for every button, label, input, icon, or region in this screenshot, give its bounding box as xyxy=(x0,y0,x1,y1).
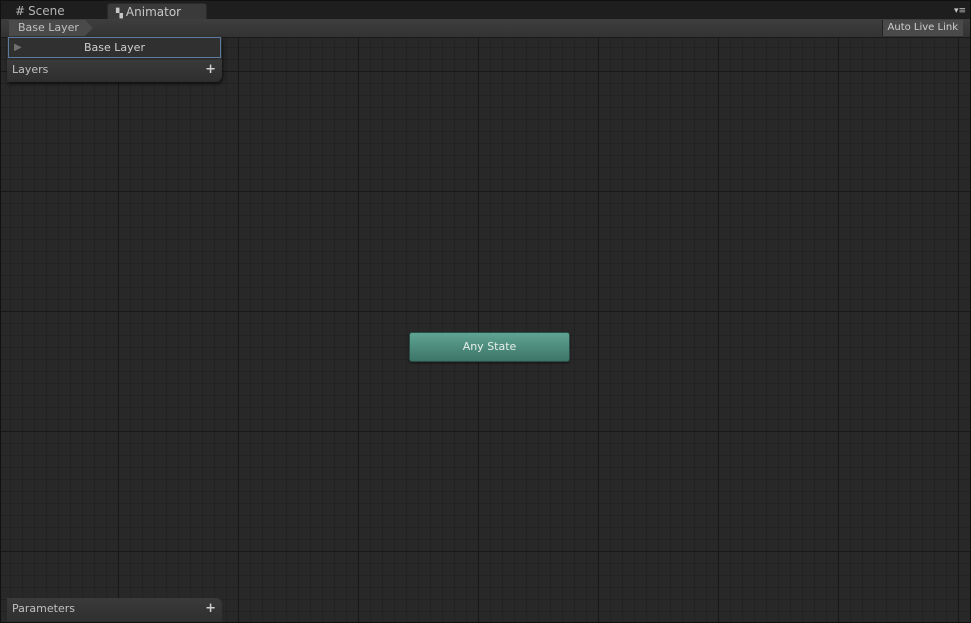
tab-animator-label: Animator xyxy=(125,5,182,19)
layer-item-label: Base Layer xyxy=(84,41,145,54)
layers-title: Layers xyxy=(12,63,49,76)
window-menu-icon[interactable]: ▾≡ xyxy=(954,6,966,16)
tab-animator[interactable]: ▚ Animator xyxy=(107,3,207,20)
any-state-node[interactable]: Any State xyxy=(409,332,570,362)
layer-item-base-layer[interactable]: ▶ Base Layer xyxy=(8,37,221,58)
toolbar: Base Layer Auto Live Link xyxy=(1,19,970,38)
animator-window: # Scene ▚ Animator ▾≡ Base Layer Auto Live… xyxy=(0,0,971,623)
state-graph-canvas[interactable] xyxy=(1,38,970,622)
tab-bar: # Scene ▚ Animator ▾≡ xyxy=(1,1,970,20)
grid-icon: # xyxy=(15,4,26,18)
play-triangle-icon: ▶ xyxy=(14,42,22,53)
tab-scene[interactable]: # Scene xyxy=(7,3,73,19)
parameters-title: Parameters xyxy=(12,602,75,615)
auto-live-link-button[interactable]: Auto Live Link xyxy=(881,20,963,36)
breadcrumb-base-layer[interactable]: Base Layer xyxy=(9,20,93,36)
layers-panel: ▶ Base Layer Layers + xyxy=(7,37,222,82)
tab-scene-label: Scene xyxy=(28,4,65,18)
parameters-panel: Parameters + xyxy=(7,598,222,622)
add-layer-icon[interactable]: + xyxy=(205,60,216,80)
add-parameter-icon[interactable]: + xyxy=(205,598,216,620)
layers-header: Layers + xyxy=(7,60,222,80)
